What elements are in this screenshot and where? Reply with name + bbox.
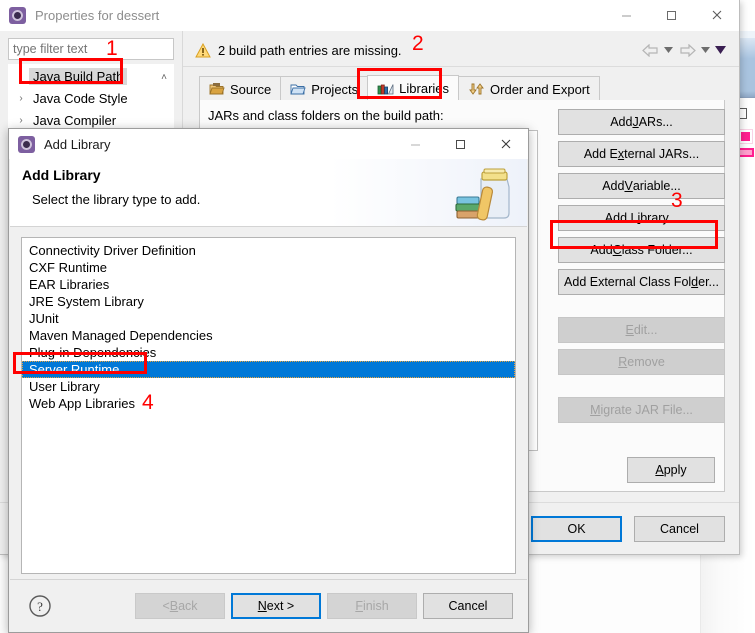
back-button: < Back <box>135 593 225 619</box>
panel-description: JARs and class folders on the build path… <box>208 108 444 123</box>
add-library-title-bar: Add Library <box>9 129 528 159</box>
forward-dropdown-icon[interactable] <box>699 41 712 59</box>
list-item-maven-managed-dependencies[interactable]: Maven Managed Dependencies <box>22 327 515 344</box>
list-item-jre-system-library[interactable]: JRE System Library <box>22 293 515 310</box>
help-question-icon[interactable]: ? <box>28 594 52 618</box>
add-jars-button[interactable]: Add J ARs... <box>558 109 725 135</box>
list-item-server-runtime[interactable]: Server Runtime <box>22 361 515 378</box>
svg-text:?: ? <box>37 599 43 614</box>
tab-label: Projects <box>311 81 359 97</box>
apply-button-label-rest: pply <box>663 463 687 477</box>
maximize-button[interactable] <box>438 129 483 160</box>
page-title: Properties for dessert <box>35 7 160 23</box>
button-group-spacer <box>558 301 725 311</box>
dialog-header: Add Library Select the library type to a… <box>10 159 527 227</box>
wizard-buttons: < Back Next > Finish Cancel <box>135 593 513 619</box>
migrate-jar-file-button: Migrate JAR File... <box>558 397 725 423</box>
minimize-button[interactable] <box>604 0 649 31</box>
libraries-books-icon <box>377 83 394 94</box>
jar-with-books-icon <box>455 168 510 221</box>
search-input[interactable] <box>8 38 174 60</box>
dialog-cancel-button[interactable]: Cancel <box>423 593 513 619</box>
dialog-subheading: Select the library type to add. <box>32 192 201 207</box>
maximize-button[interactable] <box>649 0 694 31</box>
tab-libraries[interactable]: Libraries <box>367 75 460 101</box>
tab-label: Libraries <box>399 81 450 96</box>
list-item-connectivity-driver-definition[interactable]: Connectivity Driver Definition <box>22 242 515 259</box>
add-library-dialog: Add Library Add Library Select the libra… <box>8 128 529 633</box>
window-controls <box>604 0 739 31</box>
sidebar-item-java-code-style[interactable]: › Java Code Style <box>9 87 173 109</box>
warning-icon <box>195 42 211 57</box>
add-class-folder-button[interactable]: Add Class Folder... <box>558 237 725 263</box>
remove-button: Remove <box>558 349 725 375</box>
sidebar-item-label: Java Compiler <box>33 112 117 128</box>
navigation-buttons <box>640 41 739 59</box>
tab-label: Source <box>230 81 272 97</box>
next-button[interactable]: Next > <box>231 593 321 619</box>
list-item-cxf-runtime[interactable]: CXF Runtime <box>22 259 515 276</box>
ok-button[interactable]: OK <box>531 516 622 542</box>
minimize-button[interactable] <box>393 129 438 160</box>
library-type-list[interactable]: Connectivity Driver Definition CXF Runti… <box>21 237 516 574</box>
order-export-icon <box>469 83 484 95</box>
ok-button-label: OK <box>567 522 586 536</box>
list-item-user-library[interactable]: User Library <box>22 378 515 395</box>
close-button[interactable] <box>694 0 739 31</box>
tab-projects[interactable]: Projects <box>280 76 369 101</box>
list-item-plug-in-dependencies[interactable]: Plug-in Dependencies <box>22 344 515 361</box>
warning-message: 2 build path entries are missing. <box>218 42 402 58</box>
cancel-button-label: Cancel <box>660 522 699 536</box>
dialog-title: Add Library <box>44 136 111 152</box>
dialog-window-controls <box>393 129 528 160</box>
sidebar-item-java-build-path[interactable]: Java Build Path <box>9 65 173 87</box>
cancel-button[interactable]: Cancel <box>634 516 725 542</box>
projects-folder-icon <box>290 84 306 95</box>
eclipse-icon <box>9 6 26 24</box>
add-variable-button[interactable]: Add Variable... <box>558 173 725 199</box>
back-dropdown-icon[interactable] <box>662 41 675 59</box>
add-library-button[interactable]: Add Li brary... <box>558 205 725 231</box>
source-folder-icon <box>209 83 225 95</box>
sidebar-item-label: Java Code Style <box>33 90 128 106</box>
apply-button[interactable]: Apply <box>627 457 715 483</box>
dialog-footer: ? < Back Next > Finish Cancel <box>10 579 527 631</box>
finish-button: Finish <box>327 593 417 619</box>
back-arrow-icon[interactable] <box>640 41 660 59</box>
menu-dropdown-icon[interactable] <box>714 41 727 59</box>
edit-button: Edit... <box>558 317 725 343</box>
scroll-up-icon[interactable]: ˄ <box>157 69 171 85</box>
chevron-right-icon[interactable]: › <box>13 93 29 104</box>
chevron-right-icon[interactable]: › <box>13 115 29 126</box>
tab-label: Order and Export <box>490 81 590 97</box>
tab-order-and-export[interactable]: Order and Export <box>458 76 600 101</box>
properties-title-bar: Properties for dessert <box>0 0 739 31</box>
apply-button-row: Apply <box>627 457 715 483</box>
add-external-class-folder-button[interactable]: Add External Class Fol d er... <box>558 269 725 295</box>
tab-source[interactable]: Source <box>199 76 282 101</box>
sidebar-item-label: Java Build Path <box>29 67 128 85</box>
library-action-buttons: Add J ARs... Add Ex ternal JARs... Add Var… <box>558 109 725 423</box>
eclipse-icon <box>18 135 35 153</box>
background-pink-square-icon <box>738 129 753 144</box>
list-item-web-app-libraries[interactable]: Web App Libraries <box>22 395 515 412</box>
filter-field-wrapper <box>8 38 174 60</box>
add-external-jars-button[interactable]: Add Ex ternal JARs... <box>558 141 725 167</box>
tab-strip: Source Projects Libraries Order and Expo… <box>199 75 600 101</box>
list-item-ear-libraries[interactable]: EAR Libraries <box>22 276 515 293</box>
dialog-heading: Add Library <box>22 167 101 183</box>
forward-arrow-icon[interactable] <box>677 41 697 59</box>
close-button[interactable] <box>483 129 528 160</box>
button-group-spacer-2 <box>558 381 725 391</box>
list-item-junit[interactable]: JUnit <box>22 310 515 327</box>
warning-banner: 2 build path entries are missing. <box>183 34 739 67</box>
